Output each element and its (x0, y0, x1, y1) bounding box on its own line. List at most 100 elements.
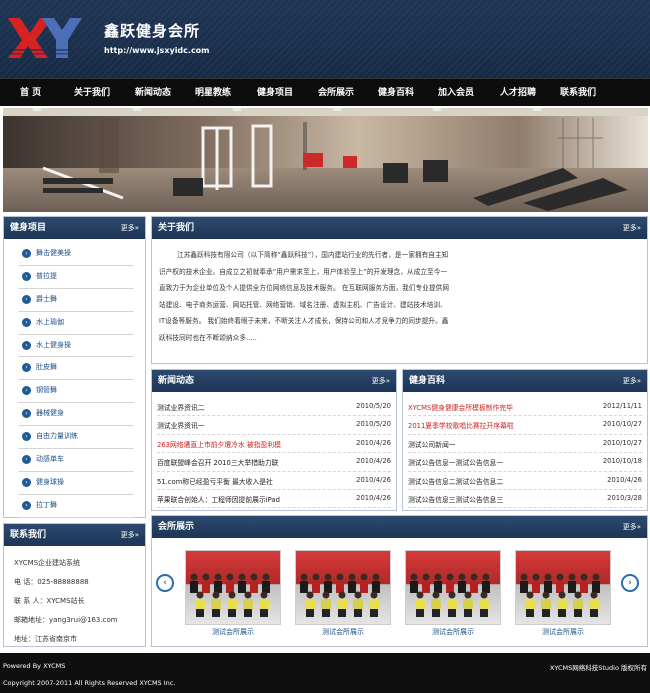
news-row-title[interactable]: 测试公司新闻一 (408, 439, 456, 449)
news-row[interactable]: 2011夏季学校歌唱比赛拉开序幕啦 2010/10/27 (408, 416, 642, 435)
nav-about[interactable]: 关于我们 (74, 79, 110, 107)
nav-news[interactable]: 新闻动态 (135, 79, 171, 107)
news-row-title[interactable]: 测试业界资讯二 (157, 402, 205, 412)
arrow-bullet-icon: › (22, 477, 31, 487)
arrow-bullet-icon: › (22, 432, 31, 442)
gym-illustration (3, 108, 648, 212)
news-row-date: 2010/4/26 (356, 438, 391, 447)
project-item-label: 器械健身 (36, 409, 64, 418)
showcase-photo[interactable] (295, 550, 391, 625)
news-row[interactable]: 测试公司新闻一 2010/10/27 (408, 435, 642, 454)
about-text: 江苏鑫跃科技有限公司（以下简称“鑫跃科技”），国内建站行业的先行者，是一家拥有自… (159, 251, 450, 342)
team-photo (300, 573, 380, 617)
showcase-photo[interactable] (515, 550, 611, 625)
project-item[interactable]: › 普拉提 (18, 266, 134, 289)
wiki-list: XYCMS健身健康会所模板制作完毕 2012/11/11 2011夏季学校歌唱比赛拉… (408, 398, 642, 509)
news-row-title[interactable]: 51.com称已经盈亏平衡 最大收入是社 (157, 476, 273, 486)
news-row-title[interactable]: 263网络遭直上市前夕遭冷水 被指盈利模 (157, 439, 281, 449)
nav-coaches[interactable]: 明星教练 (195, 79, 231, 107)
project-item[interactable]: › 自由力量训练 (18, 426, 134, 450)
project-item-label: 钢管舞 (36, 386, 57, 395)
project-item-label: 自由力量训练 (36, 432, 78, 441)
news-row-title[interactable]: 测试公告信息三测试公告信息三 (408, 494, 503, 504)
news-row-date: 2010/10/27 (602, 420, 642, 429)
project-item[interactable]: › 拉丁舞 (18, 495, 134, 518)
team-photo (520, 573, 600, 617)
news-row[interactable]: 测试公告信息三测试公告信息三 2010/3/28 (408, 490, 642, 509)
project-item-label: 水上瑜伽 (36, 317, 64, 326)
wiki-more-link[interactable]: 更多» (623, 370, 641, 392)
nav-jobs[interactable]: 人才招聘 (500, 79, 536, 107)
nav-wiki[interactable]: 健身百科 (378, 79, 414, 107)
news-row[interactable]: 苹果联合创始人：工程师因提前展示iPad 2010/4/26 (157, 490, 391, 509)
news-row-title[interactable]: XYCMS健身健康会所模板制作完毕 (408, 402, 513, 412)
projects-panel: 健身项目 更多» › 舞击健美操 › 普拉提 › 爵士舞 › 水上瑜伽 › 水上健身操 › 肚皮舞 › 钢… (3, 216, 146, 518)
arrow-bullet-icon: › (22, 409, 31, 419)
double-chevron-icon: » (636, 523, 641, 531)
about-more-link[interactable]: 更多» (623, 217, 641, 239)
nav-showcase[interactable]: 会所展示 (318, 79, 354, 107)
news-row-title[interactable]: 测试公告信息一测试公告信息一 (408, 457, 503, 467)
project-item[interactable]: › 水上瑜伽 (18, 312, 134, 335)
news-row-title[interactable]: 2011夏季学校歌唱比赛拉开序幕啦 (408, 420, 514, 430)
about-title: 关于我们 (158, 223, 195, 233)
news-list: 测试业界资讯二 2010/5/20 测试业界资讯一 2010/5/20 263网络遭直上… (157, 398, 391, 509)
project-item[interactable]: › 水上健身操 (18, 335, 134, 358)
showcase-photo[interactable] (185, 550, 281, 625)
site-footer: Powered By XYCMS Copyright 2007-2011 All… (0, 653, 650, 693)
project-item[interactable]: › 肚皮舞 (18, 357, 134, 381)
project-item[interactable]: › 动感单车 (18, 449, 134, 472)
project-item[interactable]: › 舞击健美操 (18, 243, 134, 266)
wiki-panel-header: 健身百科 更多» (403, 370, 647, 392)
about-panel: 关于我们 更多» 江苏鑫跃科技有限公司（以下简称“鑫跃科技”），国内建站行业的先… (151, 216, 648, 364)
project-item[interactable]: › 钢管舞 (18, 380, 134, 404)
carousel-next-arrow-icon[interactable]: › (621, 574, 639, 592)
news-row[interactable]: 51.com称已经盈亏平衡 最大收入是社 2010/4/26 (157, 472, 391, 490)
news-more-link[interactable]: 更多» (372, 370, 390, 392)
news-row-title[interactable]: 苹果联合创始人：工程师因提前展示iPad (157, 494, 280, 504)
showcase-photo[interactable] (405, 550, 501, 625)
nav-contact[interactable]: 联系我们 (560, 79, 596, 107)
project-item-label: 拉丁舞 (36, 500, 57, 509)
projects-more-link[interactable]: 更多» (121, 217, 139, 239)
news-row-title[interactable]: 测试公告信息二测试公告信息二 (408, 476, 503, 486)
project-item[interactable]: › 器械健身 (18, 403, 134, 427)
news-row[interactable]: 263网络遭直上市前夕遭冷水 被指盈利模 2010/4/26 (157, 435, 391, 454)
project-item[interactable]: › 爵士舞 (18, 289, 134, 312)
contact-panel: 联系我们 更多» XYCMS企业建站系统 电 话：025-88888888 联 … (3, 523, 146, 647)
showcase-caption[interactable]: 测试会所展示 (515, 627, 611, 637)
nav-projects[interactable]: 健身项目 (257, 79, 293, 107)
showcase-caption[interactable]: 测试会所展示 (185, 627, 281, 637)
more-label: 更多 (622, 523, 637, 531)
carousel-prev-arrow-icon[interactable]: ‹ (156, 574, 174, 592)
news-row-title[interactable]: 百度联盟峰会召开 2010三大举措助力联 (157, 457, 278, 467)
project-item-label: 肚皮舞 (36, 363, 57, 372)
news-row[interactable]: XYCMS健身健康会所模板制作完毕 2012/11/11 (408, 398, 642, 417)
news-row[interactable]: 测试公告信息二测试公告信息二 2010/4/26 (408, 472, 642, 490)
showcase-more-link[interactable]: 更多» (623, 516, 641, 538)
project-item-label: 舞击健美操 (36, 249, 71, 257)
news-row[interactable]: 测试公告信息一测试公告信息一 2010/10/18 (408, 453, 642, 472)
contact-more-link[interactable]: 更多» (121, 524, 139, 546)
project-item-label: 爵士舞 (36, 294, 57, 303)
showcase-panel: 会所展示 更多» ‹ › 测试会所展示 测试会所展示 测试会所展示 测试会所展示 (151, 515, 648, 647)
arrow-bullet-icon: › (22, 294, 31, 304)
nav-home[interactable]: 首 页 (20, 79, 41, 107)
site-url[interactable]: http://www.jsxyidc.com (104, 46, 210, 55)
news-row[interactable]: 测试业界资讯二 2010/5/20 (157, 398, 391, 417)
showcase-caption[interactable]: 测试会所展示 (295, 627, 391, 637)
nav-membership[interactable]: 加入会员 (438, 79, 474, 107)
news-row-date: 2010/4/26 (356, 493, 391, 502)
news-panel-header: 新闻动态 更多» (152, 370, 396, 392)
showcase-title: 会所展示 (158, 522, 195, 532)
news-row[interactable]: 百度联盟峰会召开 2010三大举措助力联 2010/4/26 (157, 453, 391, 472)
news-row-title[interactable]: 测试业界资讯一 (157, 420, 205, 430)
project-item[interactable]: › 健身球操 (18, 472, 134, 495)
contact-person: 联 系 人：XYCMS站长 (14, 597, 85, 605)
contact-company: XYCMS企业建站系统 (14, 559, 81, 567)
logo[interactable] (6, 16, 82, 60)
news-row[interactable]: 测试业界资讯一 2010/5/20 (157, 416, 391, 435)
showcase-caption[interactable]: 测试会所展示 (405, 627, 501, 637)
arrow-bullet-icon: › (22, 363, 31, 373)
contact-title: 联系我们 (10, 530, 47, 540)
